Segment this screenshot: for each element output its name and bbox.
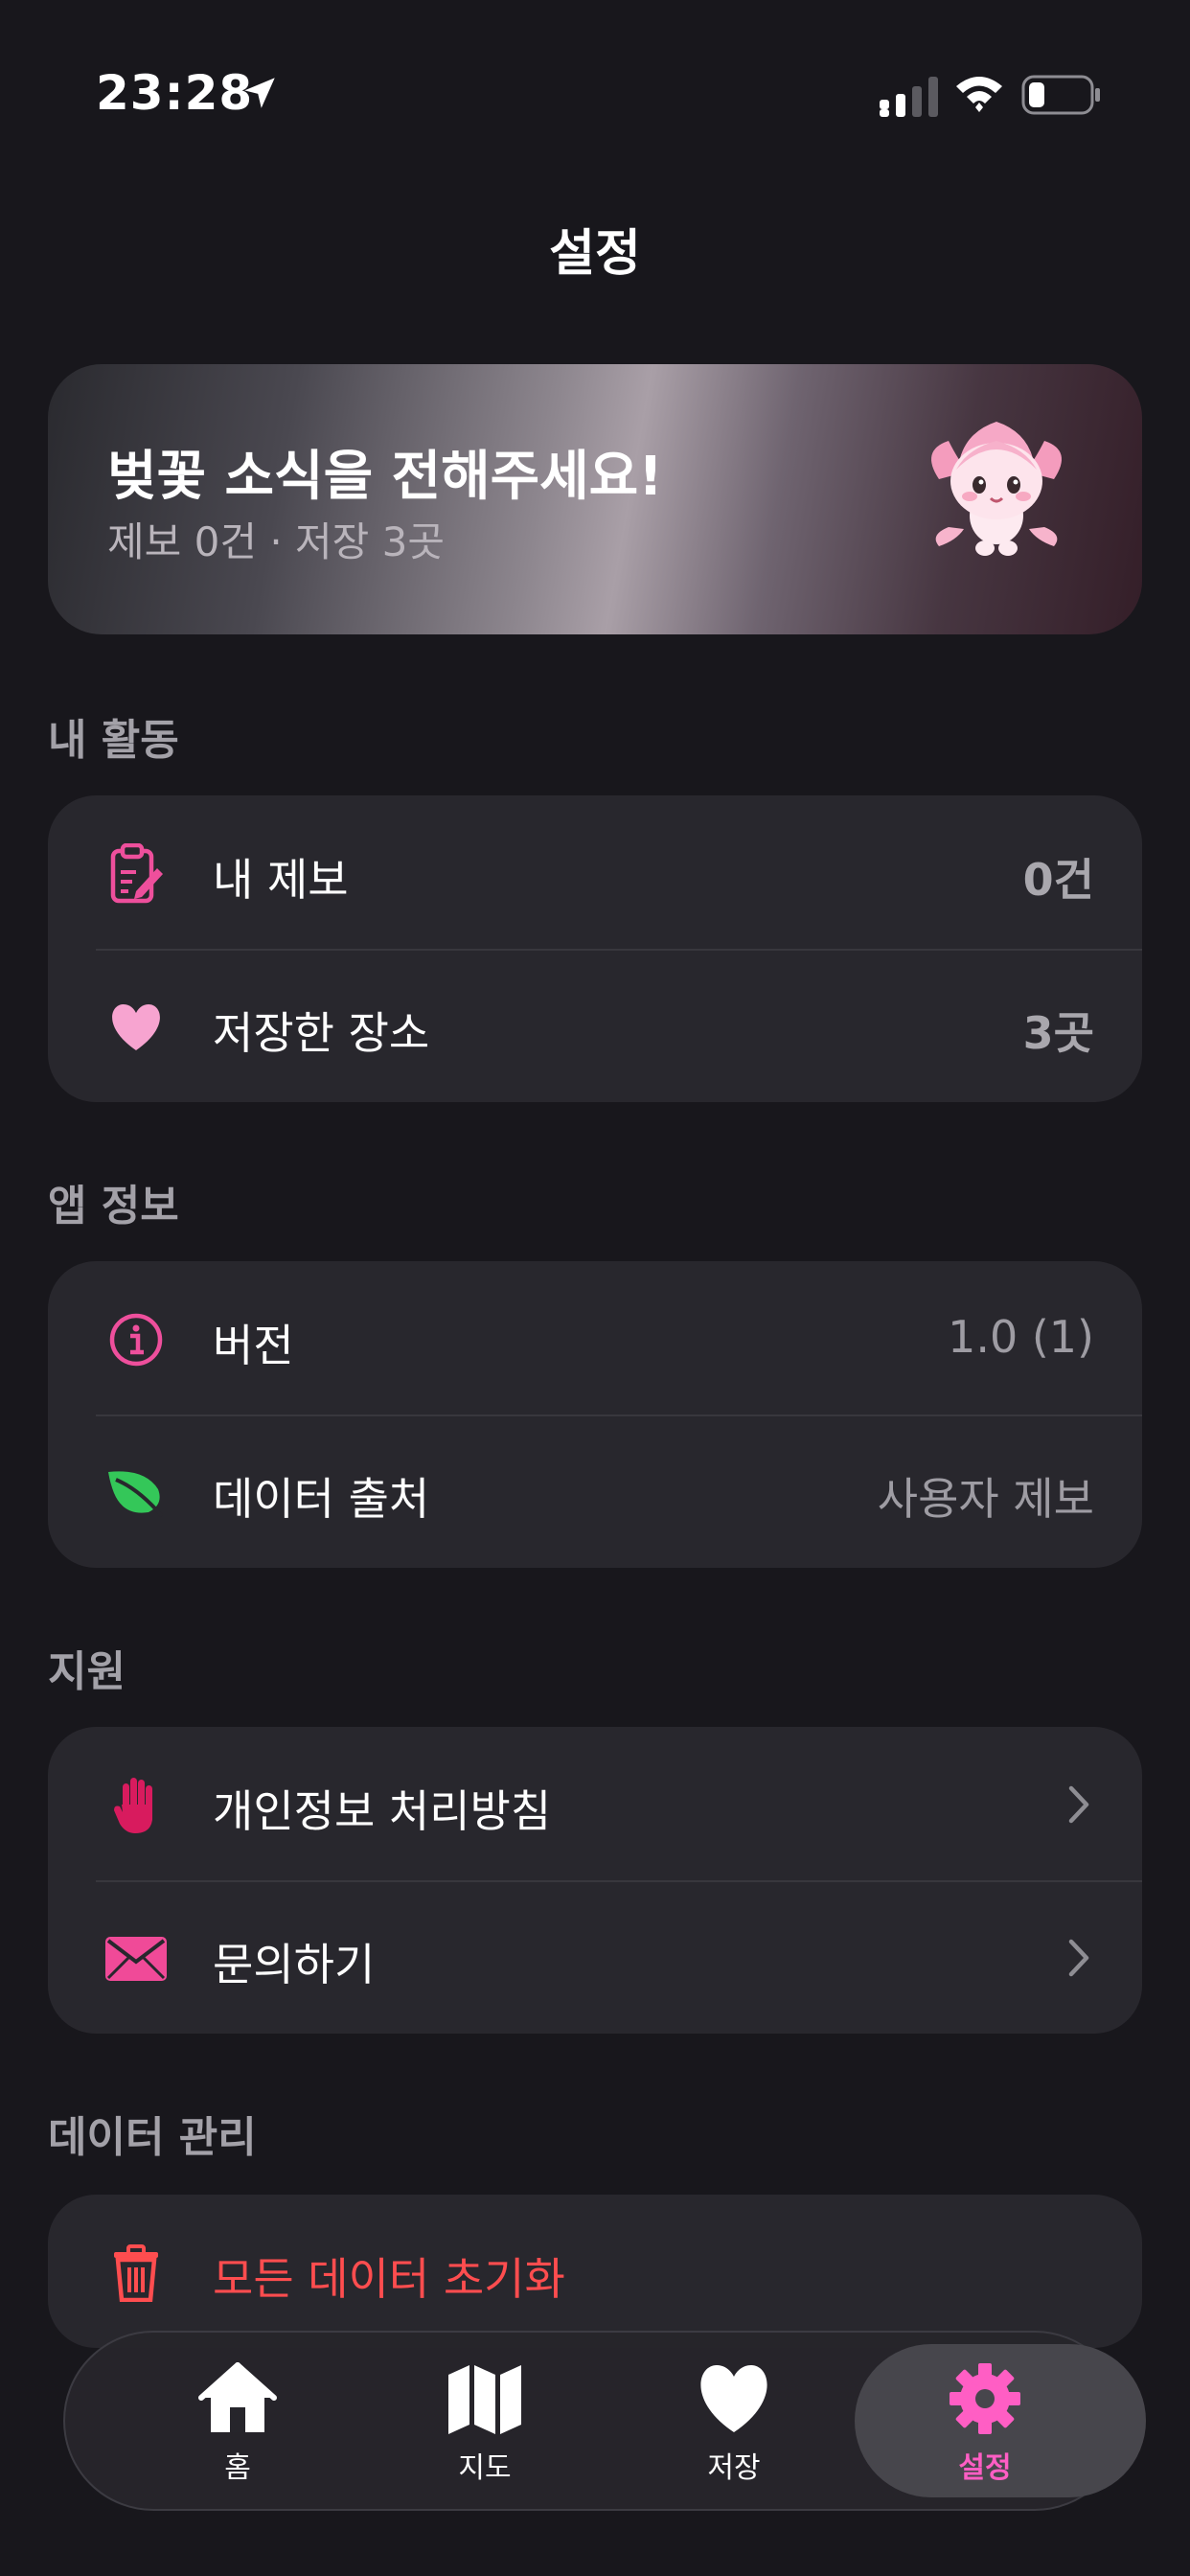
tab-label: 지도 (458, 2451, 512, 2485)
status-time: 23:28 (96, 65, 254, 121)
row-contact[interactable]: 문의하기 (48, 1880, 1142, 2034)
clipboard-edit-icon (105, 843, 167, 905)
reports-count: 0건 (1022, 854, 1094, 906)
row-label: 문의하기 (213, 1939, 376, 1990)
row-privacy-policy[interactable]: 개인정보 처리방침 (48, 1727, 1142, 1880)
tab-label: 홈 (224, 2451, 251, 2485)
cherry-blossom-mascot-icon (931, 422, 1062, 556)
banner-subtitle: 제보 0건 · 저장 3곳 (107, 518, 446, 565)
version-value: 1.0 (1) (948, 1311, 1094, 1363)
cellular-signal-icon (880, 77, 938, 117)
section-label-app-info: 앱 정보 (48, 1182, 179, 1230)
heart-icon (700, 2365, 767, 2432)
wifi-icon (956, 77, 1002, 112)
data-source-value: 사용자 제보 (877, 1473, 1094, 1525)
activity-card: 내 제보 0건 저장한 장소 3곳 (48, 795, 1142, 1102)
section-label-support: 지원 (48, 1647, 126, 1696)
reset-label: 모든 데이터 초기화 (213, 2253, 565, 2305)
tab-label: 설정 (958, 2451, 1012, 2485)
row-label: 내 제보 (213, 854, 349, 906)
tab-label: 저장 (707, 2451, 761, 2485)
tab-map[interactable]: 지도 (360, 2333, 609, 2509)
chevron-right-icon (1068, 1939, 1089, 1977)
tab-bar: 홈 지도 저장 설정 (63, 2331, 1146, 2511)
row-version: 버전 1.0 (1) (48, 1261, 1142, 1414)
row-label: 데이터 출처 (213, 1473, 430, 1525)
row-label: 저장한 장소 (213, 1007, 430, 1059)
battery-icon (1021, 75, 1100, 115)
info-icon (105, 1309, 167, 1370)
row-data-source: 데이터 출처 사용자 제보 (48, 1414, 1142, 1568)
gear-icon (950, 2363, 1020, 2434)
status-bar: 23:28 (0, 0, 1190, 192)
app-info-card: 버전 1.0 (1) 데이터 출처 사용자 제보 (48, 1261, 1142, 1568)
row-label: 개인정보 처리방침 (213, 1785, 552, 1837)
section-label-data-management: 데이터 관리 (48, 2113, 257, 2162)
trash-icon (105, 2242, 167, 2304)
house-icon (198, 2362, 277, 2432)
tab-settings[interactable]: 설정 (855, 2333, 1146, 2509)
row-label: 버전 (213, 1320, 294, 1371)
map-icon (448, 2365, 521, 2434)
saved-count: 3곳 (1022, 1007, 1094, 1059)
support-card: 개인정보 처리방침 문의하기 (48, 1727, 1142, 2034)
row-saved-places[interactable]: 저장한 장소 3곳 (48, 949, 1142, 1102)
raised-hand-icon (105, 1775, 167, 1836)
page-title: 설정 (549, 225, 641, 283)
data-management-card: 모든 데이터 초기화 (48, 2195, 1142, 2348)
chevron-right-icon (1068, 1785, 1089, 1824)
heart-icon (105, 997, 167, 1058)
tab-home[interactable]: 홈 (113, 2333, 362, 2509)
row-my-reports[interactable]: 내 제보 0건 (48, 795, 1142, 949)
report-banner[interactable]: 벚꽃 소식을 전해주세요! 제보 0건 · 저장 3곳 (48, 364, 1142, 634)
leaf-icon (105, 1462, 167, 1524)
envelope-icon (105, 1928, 167, 1990)
row-reset-all-data[interactable]: 모든 데이터 초기화 (48, 2195, 1142, 2348)
location-arrow-icon (244, 78, 275, 108)
section-label-activity: 내 활동 (48, 716, 179, 765)
banner-title: 벚꽃 소식을 전해주세요! (107, 446, 663, 508)
tab-saved[interactable]: 저장 (609, 2333, 858, 2509)
